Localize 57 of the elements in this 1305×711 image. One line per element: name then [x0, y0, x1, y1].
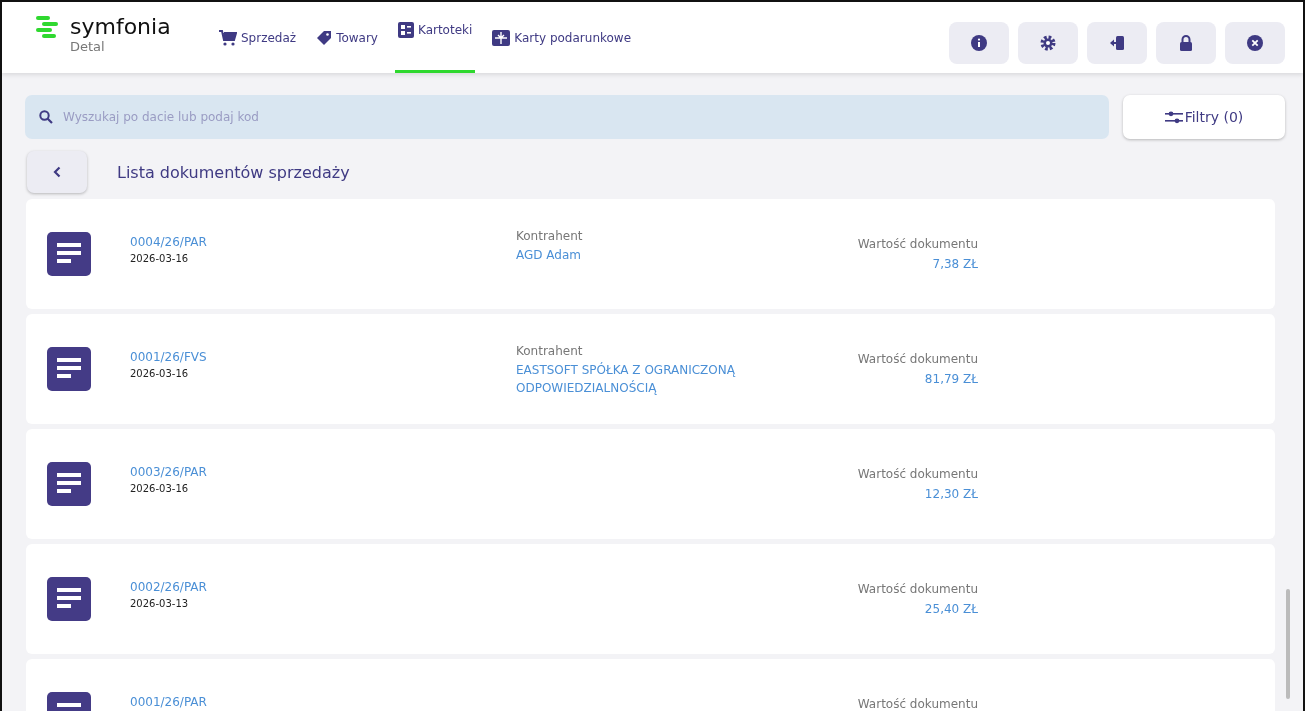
logout-icon: [1109, 35, 1125, 51]
document-icon: [47, 232, 91, 276]
settings-icon: [1040, 35, 1056, 51]
document-value: 12,30 ZŁ: [924, 486, 978, 503]
value-label: Wartość dokumentu: [857, 352, 978, 366]
info-button[interactable]: [949, 22, 1009, 64]
contractor-label: Kontrahent: [516, 344, 584, 358]
document-value: 25,40 ZŁ: [924, 601, 978, 618]
cart-icon: [219, 30, 237, 46]
document-date: 2026-03-16: [130, 253, 190, 264]
value-label: Wartość dokumentu: [857, 582, 978, 596]
document-number[interactable]: 0004/26/PAR: [130, 235, 516, 249]
document-card[interactable]: 0003/26/PAR 2026-03-16 Wartość dokumentu 12,30 ZŁ: [26, 429, 1275, 539]
settings-button[interactable]: [1018, 22, 1078, 64]
lock-icon: [1179, 35, 1193, 51]
tag-icon: [316, 30, 333, 46]
lock-button[interactable]: [1156, 22, 1216, 64]
nav-tab[interactable]: Kartoteki: [394, 2, 476, 73]
document-date: 2026-03-13: [130, 598, 190, 609]
document-value: 7,38 ZŁ: [932, 256, 978, 273]
app-name: symfonia: [70, 14, 171, 39]
close-button[interactable]: [1225, 22, 1285, 64]
document-card[interactable]: 0001/26/FVS 2026-03-16 Kontrahent EASTSOFT SPÓŁKA Z OGRANICZONĄ ODPOWIEDZIALNOŚCIĄ Wartość dokumentu 81,79 ZŁ: [26, 314, 1275, 424]
document-number[interactable]: 0002/26/PAR: [130, 580, 516, 594]
contractor-name: AGD Adam: [516, 247, 582, 264]
logout-button[interactable]: [1087, 22, 1147, 64]
document-number[interactable]: 0003/26/PAR: [130, 465, 516, 479]
document-icon: [47, 462, 91, 506]
search-field[interactable]: Wyszukaj po dacie lub podaj kod: [25, 95, 1109, 139]
document-value: 81,79 ZŁ: [924, 371, 978, 388]
nav-tab[interactable]: Towary: [313, 2, 381, 73]
chevron-left-icon: [53, 166, 61, 178]
info-icon: [971, 35, 987, 51]
app-subtitle: Detal: [70, 39, 106, 54]
nav-tab[interactable]: Karty podarunkowe: [489, 2, 635, 73]
document-icon: [47, 347, 91, 391]
filter-button[interactable]: Filtry (0): [1123, 95, 1285, 139]
close-icon: [1247, 35, 1263, 51]
gift-card-icon: [492, 30, 511, 46]
document-card[interactable]: 0004/26/PAR 2026-03-16 Kontrahent AGD Adam Wartość dokumentu 7,38 ZŁ: [26, 199, 1275, 309]
document-card[interactable]: 0002/26/PAR 2026-03-13 Wartość dokumentu 25,40 ZŁ: [26, 544, 1275, 654]
nav-tab[interactable]: Sprzedaż: [216, 2, 300, 73]
document-card[interactable]: 0001/26/PAR Wartość dokumentu: [26, 659, 1275, 711]
sliders-icon: [1164, 110, 1183, 124]
document-icon: [47, 577, 91, 621]
value-label: Wartość dokumentu: [857, 467, 978, 481]
value-label: Wartość dokumentu: [857, 237, 978, 251]
logo-icon: [36, 15, 60, 38]
document-number[interactable]: 0001/26/FVS: [130, 350, 516, 364]
value-label: Wartość dokumentu: [857, 697, 978, 711]
document-date: 2026-03-16: [130, 368, 190, 379]
page-title: Lista dokumentów sprzedaży: [117, 162, 350, 182]
document-number[interactable]: 0001/26/PAR: [130, 695, 516, 709]
contractor-name: EASTSOFT SPÓŁKA Z OGRANICZONĄ ODPOWIEDZIALNOŚCIĄ: [516, 361, 737, 397]
list-icon: [397, 22, 414, 38]
contractor-label: Kontrahent: [516, 229, 584, 243]
document-date: 2026-03-16: [130, 483, 190, 494]
